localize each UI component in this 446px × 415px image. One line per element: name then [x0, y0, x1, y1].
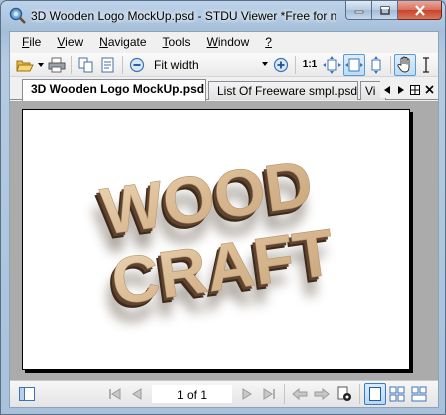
single-page-view-button[interactable]: [364, 383, 386, 405]
tab-3d-wooden-logo[interactable]: 3D Wooden Logo MockUp.psd: [22, 79, 206, 101]
folder-open-icon: [16, 60, 34, 71]
last-page-button[interactable]: [258, 383, 280, 405]
copy-icon: [78, 57, 93, 72]
continuous-pages-icon: [411, 386, 427, 402]
tab-label: Vi: [365, 84, 376, 98]
next-page-button[interactable]: [236, 383, 258, 405]
triangle-right-icon: [398, 85, 404, 94]
navigation-bar: 1 of 1: [10, 380, 438, 407]
wood-craft-logo-image: WOOD CRAFT WOOD CRAFT WOOD CRAFT WOOD CR…: [91, 145, 339, 337]
menu-file[interactable]: File: [14, 32, 49, 52]
menu-view[interactable]: View: [49, 32, 91, 52]
tab-list-of-freeware[interactable]: List Of Freeware smpl.psd: [208, 81, 358, 100]
hand-icon: [397, 56, 410, 72]
arrow-left-icon: [292, 388, 308, 400]
page-gear-icon: [337, 386, 351, 401]
fit-width-icon: [345, 58, 363, 71]
close-button[interactable]: [398, 1, 442, 20]
next-page-icon: [242, 388, 252, 400]
select-tool-button[interactable]: [416, 54, 438, 76]
chevron-down-icon: [38, 62, 44, 67]
continuous-view-button[interactable]: [408, 383, 430, 405]
menu-navigate[interactable]: Navigate: [91, 32, 154, 52]
grid-pages-icon: [389, 386, 405, 402]
arrow-right-icon: [314, 388, 330, 400]
menu-help[interactable]: ?: [257, 32, 280, 52]
minimize-icon: [354, 10, 363, 14]
actual-size-button[interactable]: 1:1: [299, 54, 321, 76]
tab-close-button[interactable]: [422, 81, 436, 98]
main-toolbar: Fit width 1:1: [10, 53, 438, 77]
toolbar-separator: [71, 55, 72, 74]
close-icon: [414, 4, 425, 16]
actual-size-label: 1:1: [302, 59, 318, 70]
zoom-out-button[interactable]: [126, 54, 148, 76]
window-title: 3D Wooden Logo MockUp.psd - STDU Viewer …: [31, 9, 336, 23]
document-page[interactable]: WOOD CRAFT WOOD CRAFT WOOD CRAFT WOOD CR…: [22, 109, 410, 370]
hand-tool-button[interactable]: [394, 53, 416, 76]
go-back-button[interactable]: [289, 383, 311, 405]
fit-height-icon: [371, 55, 381, 74]
tab-list-button[interactable]: [408, 81, 422, 98]
zoom-select[interactable]: Fit width: [148, 55, 270, 75]
fit-page-icon: [323, 55, 341, 74]
menu-window[interactable]: Window: [199, 32, 258, 52]
zoom-in-button[interactable]: [270, 54, 292, 76]
menu-bar: File View Navigate Tools Window ?: [10, 32, 438, 52]
first-page-button[interactable]: [104, 383, 126, 405]
sidebar-icon: [19, 387, 35, 401]
triangle-left-icon: [384, 85, 390, 94]
toolbar-separator: [122, 55, 123, 74]
print-button[interactable]: [46, 54, 68, 76]
toggle-sidebar-button[interactable]: [16, 383, 38, 405]
previous-page-icon: [132, 388, 142, 400]
document-tabs: 3D Wooden Logo MockUp.psd List Of Freewa…: [10, 78, 438, 101]
document-view[interactable]: WOOD CRAFT WOOD CRAFT WOOD CRAFT WOOD CR…: [10, 101, 438, 380]
open-button[interactable]: [14, 54, 36, 76]
page-settings-button[interactable]: [333, 383, 355, 405]
tab-scroll-right-button[interactable]: [394, 81, 408, 98]
zoom-in-icon: [273, 57, 289, 72]
menu-tools[interactable]: Tools: [155, 32, 199, 52]
maximize-button[interactable]: [372, 1, 398, 20]
first-page-icon: [109, 388, 121, 400]
select-text-button[interactable]: [97, 54, 119, 76]
page-indicator[interactable]: 1 of 1: [152, 385, 232, 403]
previous-page-button[interactable]: [126, 383, 148, 405]
zoom-out-icon: [129, 57, 145, 72]
grid-icon: [410, 84, 420, 95]
tab-label: 3D Wooden Logo MockUp.psd: [31, 82, 205, 96]
tab-scroll-left-button[interactable]: [380, 81, 394, 98]
fit-page-button[interactable]: [321, 54, 343, 76]
navbar-separator: [284, 384, 285, 404]
copy-button[interactable]: [75, 54, 97, 76]
zoom-select-value: Fit width: [154, 57, 199, 72]
application-window: 3D Wooden Logo MockUp.psd - STDU Viewer …: [0, 0, 446, 415]
page-select-icon: [101, 57, 114, 72]
single-page-icon: [369, 387, 381, 401]
chevron-down-icon: [262, 61, 268, 66]
stdu-app-icon[interactable]: [9, 7, 26, 24]
maximize-icon: [379, 5, 390, 15]
fit-height-button[interactable]: [365, 54, 387, 76]
go-forward-button[interactable]: [311, 383, 333, 405]
text-cursor-icon: [423, 56, 429, 73]
two-page-view-button[interactable]: [386, 383, 408, 405]
tab-navigation: [380, 81, 436, 98]
tab-label: List Of Freeware smpl.psd: [217, 84, 358, 98]
open-dropdown-button[interactable]: [36, 54, 46, 76]
printer-icon: [48, 57, 66, 72]
fit-width-button[interactable]: [343, 53, 365, 76]
minimize-button[interactable]: [345, 1, 372, 20]
title-bar[interactable]: 3D Wooden Logo MockUp.psd - STDU Viewer …: [1, 1, 446, 31]
last-page-icon: [263, 388, 275, 400]
client-area: File View Navigate Tools Window ? Fit wi…: [9, 31, 439, 408]
close-icon: [424, 85, 434, 94]
navbar-separator: [359, 384, 360, 404]
toolbar-separator: [390, 55, 391, 74]
toolbar-separator: [295, 55, 296, 74]
